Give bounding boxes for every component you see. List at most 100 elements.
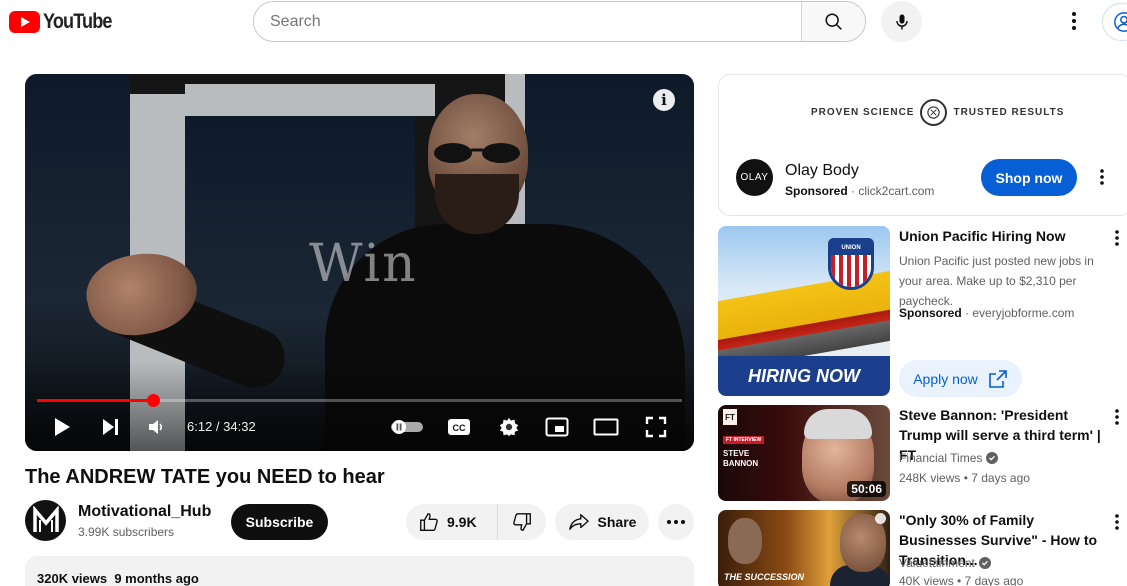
progress-bar[interactable] — [37, 394, 682, 407]
settings-menu-button[interactable] — [1064, 9, 1084, 33]
channel-name: Financial Times — [899, 451, 983, 465]
time-display: 6:12 / 34:32 — [187, 419, 256, 434]
more-vert-icon — [1100, 169, 1104, 185]
channel-avatar[interactable] — [25, 500, 66, 541]
autoplay-toggle[interactable] — [387, 414, 427, 440]
sign-in-button[interactable] — [1102, 3, 1127, 41]
captions-button[interactable]: CC — [445, 414, 473, 440]
sponsored-label: Sponsored — [785, 184, 848, 198]
search-input[interactable] — [254, 2, 801, 41]
union-pacific-logo: UNION PACIFIC — [828, 238, 874, 290]
scrubber-handle[interactable] — [146, 394, 160, 407]
hiring-now-banner: HIRING NOW — [718, 356, 890, 396]
subscriber-count: 3.99K subscribers — [78, 525, 175, 539]
share-button[interactable]: Share — [555, 504, 649, 540]
logo-text: YouTube — [43, 10, 112, 33]
sidebar-item-channel[interactable]: Valuetainment — [899, 556, 991, 570]
sidebar-item-sponsor: Sponsored · everyjobforme.com — [899, 306, 1074, 320]
sidebar-item-channel[interactable]: Financial Times — [899, 451, 999, 465]
ad-banner: PROVEN SCIENCE TRUSTED RESULTS — [811, 99, 1064, 126]
sidebar-item-menu-button[interactable] — [1112, 512, 1122, 532]
ad-banner-right: TRUSTED RESULTS — [953, 107, 1065, 118]
view-count: 320K views — [37, 571, 108, 586]
video-title: The ANDREW TATE you NEED to hear — [25, 466, 385, 488]
theater-icon — [593, 418, 619, 436]
upload-date: 9 months ago — [114, 571, 199, 586]
fullscreen-icon — [645, 416, 667, 438]
like-count: 9.9K — [447, 514, 477, 530]
ad-banner-left: PROVEN SCIENCE — [811, 107, 915, 118]
verified-icon — [986, 452, 999, 464]
video-player[interactable]: Win i 6:12 / 34:32 CC — [25, 74, 694, 451]
share-label: Share — [597, 514, 637, 530]
next-icon — [103, 419, 118, 435]
apply-now-label: Apply now — [913, 370, 978, 387]
more-horiz-icon — [667, 520, 685, 524]
ft-interview-tag: FT INTERVIEW — [723, 436, 765, 444]
speaker-hair — [804, 409, 872, 439]
mic-icon — [895, 14, 908, 29]
channel-name[interactable]: Motivational_Hub — [78, 503, 211, 521]
thumbnail-name: STEVE BANNON — [723, 449, 758, 469]
ad-domain: click2cart.com — [858, 184, 935, 198]
volume-icon — [149, 420, 163, 434]
union-pacific-stripes — [831, 255, 871, 287]
thumbnail-label: THE SUCCESSION — [724, 572, 805, 582]
meta-separator: · — [847, 184, 859, 198]
thumbnail-name-line: BANNON — [723, 459, 759, 468]
progress-fill — [37, 399, 153, 402]
person-face — [728, 518, 762, 564]
settings-button[interactable] — [496, 414, 522, 440]
play-button[interactable] — [49, 414, 75, 440]
shop-now-button[interactable]: Shop now — [981, 159, 1077, 196]
watch-later-icon[interactable] — [875, 513, 886, 524]
thumbs-down-icon — [513, 513, 531, 531]
video-caption-overlay: Win — [309, 234, 418, 294]
channel-name: Valuetainment — [899, 556, 975, 570]
duration-badge: 50:06 — [847, 481, 886, 497]
meta-separator: · — [961, 306, 973, 320]
youtube-logo-icon — [9, 11, 40, 33]
sidebar-thumbnail-ft[interactable]: FT FT INTERVIEW STEVE BANNON 50:06 — [718, 405, 890, 501]
sidebar-item-menu-button[interactable] — [1112, 407, 1122, 427]
theater-mode-button[interactable] — [591, 414, 621, 440]
like-button[interactable]: 9.9K — [406, 504, 498, 540]
ad-menu-button[interactable] — [1097, 167, 1107, 187]
subscribe-button[interactable]: Subscribe — [231, 504, 328, 540]
sponsored-ad-card[interactable]: PROVEN SCIENCE TRUSTED RESULTS OLAY Olay… — [718, 74, 1127, 216]
share-icon — [568, 514, 589, 530]
apply-now-button[interactable]: Apply now — [899, 360, 1022, 397]
sponsored-label: Sponsored — [899, 306, 962, 320]
seal-icon — [920, 99, 948, 126]
sidebar-item-title[interactable]: Union Pacific Hiring Now — [899, 226, 1105, 246]
sidebar-item-stats: 40K views • 7 days ago — [899, 574, 1024, 586]
union-pacific-logo-text: UNION PACIFIC — [831, 241, 871, 265]
sidebar-thumbnail-union-pacific[interactable]: UNION PACIFIC HIRING NOW — [718, 226, 890, 396]
miniplayer-button[interactable] — [543, 414, 571, 440]
play-icon — [55, 418, 70, 436]
advertiser-logo[interactable]: OLAY — [736, 159, 773, 196]
verified-icon — [978, 557, 991, 569]
youtube-logo[interactable]: YouTube — [9, 10, 123, 34]
advertiser-name[interactable]: Olay Body — [785, 162, 859, 180]
description-box[interactable]: 320K views 9 months ago — [25, 556, 694, 586]
voice-search-button[interactable] — [881, 1, 922, 42]
search-button[interactable] — [801, 2, 865, 41]
more-vert-icon — [1115, 514, 1119, 530]
more-actions-button[interactable] — [658, 504, 694, 540]
more-vert-icon — [1115, 409, 1119, 425]
window-frame — [185, 84, 435, 116]
fullscreen-button[interactable] — [643, 414, 669, 440]
account-icon — [1114, 12, 1127, 32]
dislike-button[interactable] — [498, 511, 546, 533]
sidebar-item-domain: everyjobforme.com — [972, 306, 1075, 320]
info-icon[interactable]: i — [653, 89, 675, 111]
sidebar-thumbnail-valuetainment[interactable]: THE SUCCESSION — [718, 510, 890, 586]
mute-button[interactable] — [143, 414, 169, 440]
more-vert-icon — [1072, 12, 1076, 30]
ad-meta: Sponsored · click2cart.com — [785, 184, 934, 198]
thumbs-up-icon — [420, 513, 438, 531]
sidebar-item-menu-button[interactable] — [1112, 228, 1122, 248]
sidebar-item-stats: 248K views • 7 days ago — [899, 471, 1030, 485]
next-button[interactable] — [97, 414, 123, 440]
